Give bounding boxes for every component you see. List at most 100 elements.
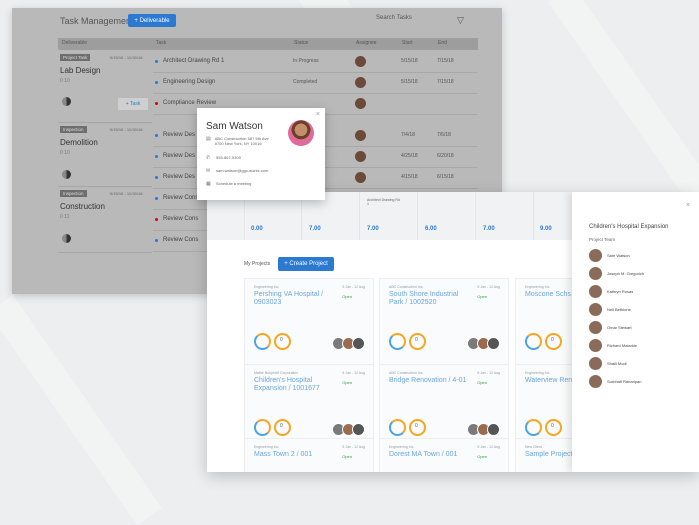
deliverable-construction[interactable]: Inspection 5/15/18 - 10/30/18 Constructi… xyxy=(58,188,152,253)
divider xyxy=(475,192,476,240)
progress-pie-icon xyxy=(62,97,71,106)
task-end: 6/20/18 xyxy=(437,153,454,159)
task-start: 5/15/18 xyxy=(401,58,418,64)
progress-pie-icon xyxy=(62,234,71,243)
add-deliverable-button[interactable]: + Deliverable xyxy=(128,14,176,27)
assignee-avatar[interactable] xyxy=(355,130,366,141)
team-member[interactable]: Shaili Modi xyxy=(589,357,627,370)
contact-phone[interactable]: ✆ 555-867-5309 xyxy=(206,155,241,161)
assignee-avatar[interactable] xyxy=(355,98,366,109)
project-org: Engineering Inc. xyxy=(525,371,551,375)
search-tasks-input[interactable]: Search Tasks xyxy=(376,15,456,27)
team-member[interactable]: Sam Watson xyxy=(589,249,630,262)
task-end: 7/15/18 xyxy=(437,58,454,64)
assignee-avatar[interactable] xyxy=(355,77,366,88)
assignee-avatar[interactable] xyxy=(355,56,366,67)
team-avatars[interactable] xyxy=(467,337,500,350)
task-window-title: Task Management xyxy=(60,16,134,26)
calendar-icon: ▦ xyxy=(206,181,211,187)
col-end[interactable]: End xyxy=(438,40,447,46)
schedule-meeting-link[interactable]: ▦ Schedule a meeting xyxy=(206,181,251,187)
col-start[interactable]: Start xyxy=(402,40,413,46)
team-member[interactable]: Richard Malarkle xyxy=(589,339,637,352)
task-dot xyxy=(155,176,158,179)
team-member[interactable]: Joseph M. Gregorich xyxy=(589,267,644,280)
count-ring-icon xyxy=(274,419,291,436)
task-status: Completed xyxy=(293,79,318,85)
avatar xyxy=(589,339,602,352)
project-org: New Client xyxy=(525,445,542,449)
project-dates: 5 Jan - 12 Aug xyxy=(342,445,365,449)
assignee-avatar[interactable] xyxy=(355,151,366,162)
divider xyxy=(359,192,360,240)
deliverable-lab-design[interactable]: Project Task 5/15/18 - 10/30/18 Lab Desi… xyxy=(58,52,152,123)
project-title[interactable]: Children's Hospital Expansion / 1001677 xyxy=(254,377,334,393)
project-title[interactable]: Bridge Renovation / 4-01 xyxy=(389,377,469,385)
team-member[interactable]: Omar Stewart xyxy=(589,321,632,334)
count-ring-icon xyxy=(409,333,426,350)
address-text: ABC Construction 587 5th Ave #700 New Yo… xyxy=(214,136,269,146)
task-start: 5/15/18 xyxy=(401,79,418,85)
team-avatars[interactable] xyxy=(332,423,365,436)
team-member[interactable]: Surbhati Ranaripan xyxy=(589,375,641,388)
progress-ring-icon xyxy=(389,419,406,436)
member-name: Neil Bethlone xyxy=(607,307,631,312)
team-avatars[interactable] xyxy=(467,423,500,436)
deliverable-dates: 5/15/18 - 10/30/18 xyxy=(110,191,143,196)
member-name: Kathryn Rosas xyxy=(607,289,634,294)
project-title[interactable]: South Shore Industrial Park / 1002520 xyxy=(389,291,469,307)
project-card[interactable]: ABC Construction Inc. 5 Jan - 12 Aug Ope… xyxy=(379,278,509,368)
task-table-header: Deliverable Task Status Assignee Start E… xyxy=(58,38,478,50)
project-detail-panel: × Children's Hospital Expansion Project … xyxy=(572,192,699,472)
deliverable-count: 0 10 xyxy=(60,150,70,156)
schedule-text: Schedule a meeting xyxy=(216,181,252,186)
team-member[interactable]: Neil Bethlone xyxy=(589,303,631,316)
avatar xyxy=(589,357,602,370)
contact-email[interactable]: ✉ sam.watson@ggc-works.com xyxy=(206,168,268,174)
create-project-button[interactable]: + Create Project xyxy=(278,257,334,271)
close-icon[interactable]: × xyxy=(686,202,690,209)
member-name: Richard Malarkle xyxy=(607,343,638,348)
member-name: Omar Stewart xyxy=(607,325,632,330)
project-title[interactable]: Dorest MA Town / 001 xyxy=(389,451,469,459)
task-row[interactable]: Architect Drawing Rd 1 In Progress 5/15/… xyxy=(153,52,478,73)
deliverable-name: Construction xyxy=(60,202,105,211)
col-task[interactable]: Task xyxy=(156,40,166,46)
my-projects-label: My Projects xyxy=(244,261,271,267)
task-name: Review Cons xyxy=(163,195,199,201)
assignee-avatar[interactable] xyxy=(355,172,366,183)
close-icon[interactable]: × xyxy=(316,111,320,118)
task-name: Review Cons xyxy=(163,216,199,222)
project-org: Engineering Inc. xyxy=(254,445,280,449)
filter-icon[interactable]: ▽ xyxy=(457,15,464,26)
task-header: Task Management + Deliverable Search Tas… xyxy=(12,8,502,36)
avatar xyxy=(589,285,602,298)
task-row[interactable]: Engineering Design Completed 5/15/18 7/1… xyxy=(153,73,478,94)
count-ring-icon xyxy=(545,333,562,350)
col-status[interactable]: Status xyxy=(294,40,308,46)
deliverable-name: Lab Design xyxy=(60,66,101,75)
project-title[interactable]: Pershing VA Hospital / 0903023 xyxy=(254,291,334,307)
task-end: 7/15/18 xyxy=(437,79,454,85)
add-task-button[interactable]: + Task xyxy=(118,98,148,110)
task-end: 7/6/18 xyxy=(437,132,451,138)
progress-ring-icon xyxy=(254,333,271,350)
task-name: Compliance Review xyxy=(163,100,217,106)
task-dot xyxy=(155,155,158,158)
phone-icon: ✆ xyxy=(206,155,211,161)
contact-card: × Sam Watson ▤ ABC Construction 587 5th … xyxy=(197,108,325,200)
col-deliverable[interactable]: Deliverable xyxy=(62,40,87,46)
member-name: Joseph M. Gregorich xyxy=(607,271,645,276)
project-card[interactable]: Engineering Inc. 5 Jan - 12 Aug Open Dor… xyxy=(379,438,509,472)
project-org: Mathe Nonprofit Corporation xyxy=(254,371,299,375)
col-assignee[interactable]: Assignee xyxy=(356,40,377,46)
project-title[interactable]: Mass Town 2 / 001 xyxy=(254,451,334,459)
team-member[interactable]: Kathryn Rosas xyxy=(589,285,633,298)
deliverable-tag: Inspection xyxy=(60,126,87,133)
task-dot xyxy=(155,102,158,105)
project-card[interactable]: Engineering Inc. 5 Jan - 12 Aug Open Per… xyxy=(244,278,374,368)
avatar xyxy=(589,321,602,334)
team-avatars[interactable] xyxy=(332,337,365,350)
project-card[interactable]: Engineering Inc. 5 Jan - 12 Aug Open Mas… xyxy=(244,438,374,472)
deliverable-demolition[interactable]: Inspection 5/15/18 - 10/30/18 Demolition… xyxy=(58,124,152,187)
